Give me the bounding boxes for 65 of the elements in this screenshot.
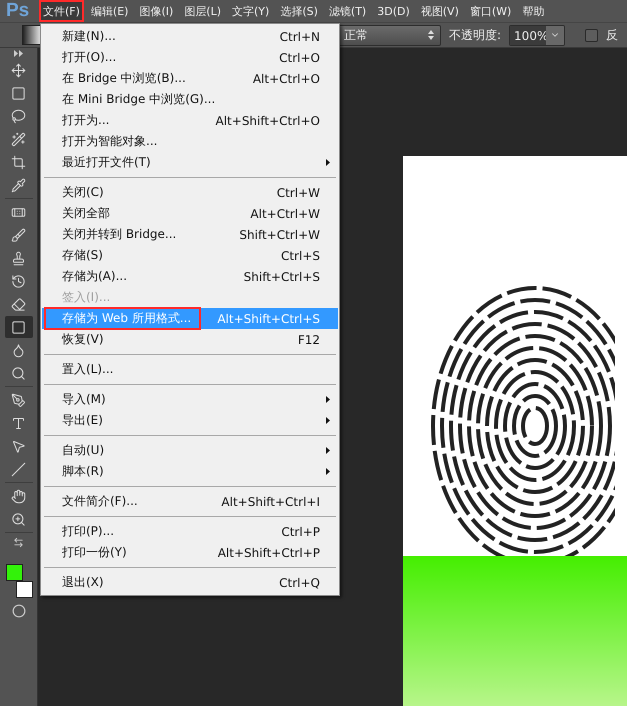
crop-icon — [11, 154, 26, 170]
expand-icon[interactable] — [14, 50, 24, 57]
menu-bar-item[interactable]: 文字(Y) — [228, 0, 274, 22]
menu-item[interactable]: 打印(P)... Ctrl+P — [42, 521, 338, 542]
menu-bar-item[interactable]: 编辑(E) — [86, 0, 132, 22]
menu-bar-item[interactable]: 帮助 — [518, 0, 548, 22]
menu-item[interactable]: 打开为智能对象... — [42, 131, 338, 152]
menu-item[interactable]: 在 Bridge 中浏览(B)... Alt+Ctrl+O — [42, 68, 338, 89]
dropdown-button[interactable] — [546, 26, 564, 44]
foreground-color-swatch[interactable] — [6, 564, 22, 581]
move-tool-icon — [11, 62, 26, 78]
menu-bar-item[interactable]: 滤镜(T) — [324, 0, 370, 22]
menu-item[interactable]: 存储(S) Ctrl+S — [42, 245, 338, 266]
reverse-checkbox[interactable] — [585, 28, 598, 42]
menu-bar-item[interactable]: 视图(V) — [416, 0, 463, 22]
quick-mask-icon[interactable] — [12, 604, 26, 618]
lasso-icon — [11, 108, 26, 124]
drop-icon — [11, 342, 26, 358]
menu-item[interactable]: 导出(E) — [42, 410, 338, 431]
marquee-icon — [11, 86, 26, 100]
menu-bar-item[interactable]: 窗口(W) — [466, 0, 516, 22]
pen-icon — [11, 392, 26, 408]
menu-item[interactable]: 关闭全部 Alt+Ctrl+W — [42, 203, 338, 224]
zoom-icon — [11, 512, 26, 526]
menu-bar-item[interactable]: 文件(F) — [39, 0, 84, 22]
blend-mode-select[interactable]: 正常 — [337, 24, 441, 46]
type-icon — [11, 416, 26, 430]
menu-item[interactable]: 置入(L)... — [42, 359, 338, 380]
eyedropper-icon — [11, 178, 26, 192]
menu-item[interactable]: 在 Mini Bridge 中浏览(G)... — [42, 89, 338, 110]
app-logo: Ps — [5, 0, 30, 22]
menu-item[interactable]: 打印一份(Y) Alt+Shift+Ctrl+P — [42, 542, 338, 563]
updown-icon — [428, 30, 434, 40]
stamp-icon — [11, 250, 26, 266]
menu-item[interactable]: 关闭并转到 Bridge... Shift+Ctrl+W — [42, 224, 338, 245]
tool-button[interactable] — [4, 316, 32, 338]
menu-bar-item[interactable]: 选择(S) — [276, 0, 322, 22]
magnifier-icon — [11, 366, 26, 380]
swap-icon[interactable] — [13, 537, 24, 548]
menu-item[interactable]: 自动(U) — [42, 440, 338, 461]
menu-item[interactable]: 关闭(C) Ctrl+W — [42, 182, 338, 203]
opacity-label: 不透明度: — [449, 26, 502, 44]
menu-bar-item[interactable]: 图像(I) — [135, 0, 178, 22]
reverse-label: 反 — [606, 26, 618, 44]
brush-icon — [11, 228, 26, 242]
menu-bar-item[interactable]: 3D(D) — [373, 0, 414, 22]
pointer-icon — [11, 438, 26, 454]
highlight-frame: 存储为 Web 所用格式... — [44, 307, 202, 330]
menu-item[interactable]: 新建(N)... Ctrl+N — [42, 26, 338, 47]
menu-item[interactable]: 恢复(V) F12 — [42, 329, 338, 350]
menu-item[interactable]: 最近打开文件(T) — [42, 152, 338, 173]
menu-item[interactable]: 文件简介(F)... Alt+Shift+Ctrl+I — [42, 491, 338, 512]
menu-item[interactable]: 打开为... Alt+Shift+Ctrl+O — [42, 110, 338, 131]
line-icon — [11, 462, 26, 476]
menu-bar-item[interactable]: 图层(L) — [180, 0, 226, 22]
menu-item[interactable]: 脚本(R) — [42, 461, 338, 482]
menu-item[interactable]: 导入(M) — [42, 389, 338, 410]
menu-item[interactable]: 存储为(A)... Shift+Ctrl+S — [42, 266, 338, 287]
eraser-icon — [11, 296, 26, 312]
hand-icon — [11, 488, 26, 504]
menu-item[interactable]: 打开(O)... Ctrl+O — [42, 47, 338, 68]
history-brush-icon — [11, 274, 26, 288]
magic-wand-icon — [11, 132, 26, 146]
background-color-swatch[interactable] — [16, 581, 32, 598]
menu-item[interactable]: 退出(X) Ctrl+Q — [42, 572, 338, 593]
